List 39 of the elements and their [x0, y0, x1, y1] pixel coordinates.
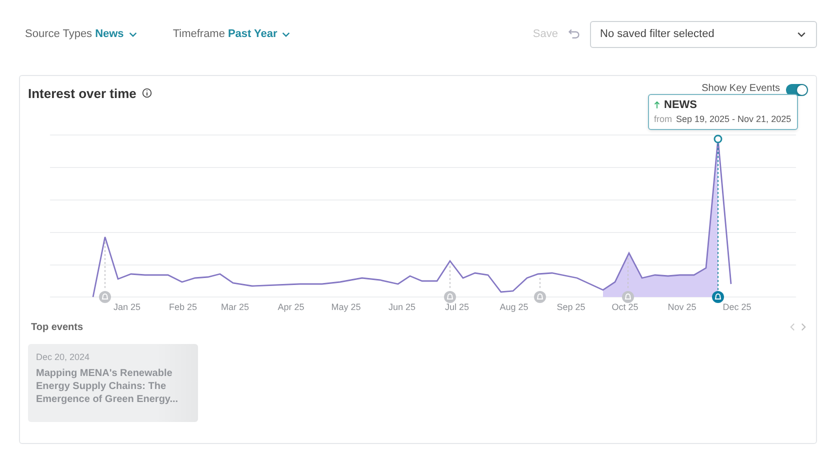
axis-label: Jun 25 — [388, 302, 416, 312]
tooltip-from-label: from — [654, 113, 672, 126]
section-title: Top events — [31, 322, 84, 332]
tooltip-title: NEWS — [664, 98, 697, 112]
axis-label: Apr 25 — [278, 302, 304, 312]
event-marker[interactable] — [712, 291, 724, 303]
toggle-label: Show Key Events — [702, 82, 780, 94]
chevron-right-icon[interactable] — [801, 323, 806, 331]
event-marker[interactable] — [99, 291, 111, 303]
axis-label: Feb 25 — [168, 302, 198, 312]
axis-label: Jan 25 — [113, 302, 141, 312]
axis-label: Oct 25 — [612, 302, 638, 312]
event-date: Dec 20, 2024 — [36, 352, 91, 362]
axis-label: Sep 25 — [556, 302, 586, 312]
toggle-switch[interactable] — [786, 84, 808, 96]
axis-label: Dec 25 — [722, 302, 752, 312]
undo-icon[interactable] — [568, 28, 580, 40]
event-marker[interactable] — [534, 291, 546, 303]
event-title: Mapping MENA's Renewable Energy Supply Chains: The Emergence of Green Energy... — [36, 367, 180, 406]
chevron-down-icon — [797, 32, 806, 36]
axis-label: Mar 25 — [221, 302, 249, 312]
tooltip-date-range: Sep 19, 2025 - Nov 21, 2025 — [676, 113, 792, 126]
event-marker[interactable] — [622, 291, 634, 303]
info-icon[interactable] — [142, 88, 152, 98]
event-marker[interactable] — [444, 291, 456, 303]
chevron-down-icon — [128, 32, 137, 36]
filter-dropdown[interactable]: Timeframe Past Year — [172, 28, 290, 40]
filter-dropdown[interactable]: Source Types News — [25, 28, 137, 40]
arrow-up-icon — [654, 101, 660, 109]
axis-label: Jul 25 — [444, 302, 470, 312]
saved-filter-select[interactable]: No saved filter selected — [590, 20, 817, 48]
chevron-down-icon — [282, 32, 290, 36]
axis-label: May 25 — [331, 302, 361, 312]
axis-label: Aug 25 — [500, 302, 528, 312]
axis-label: Nov 25 — [668, 302, 696, 312]
chevron-left-icon[interactable] — [790, 323, 795, 331]
leader-line — [104, 242, 106, 290]
panel-title: Interest over time — [28, 86, 136, 100]
data-point — [714, 134, 722, 144]
